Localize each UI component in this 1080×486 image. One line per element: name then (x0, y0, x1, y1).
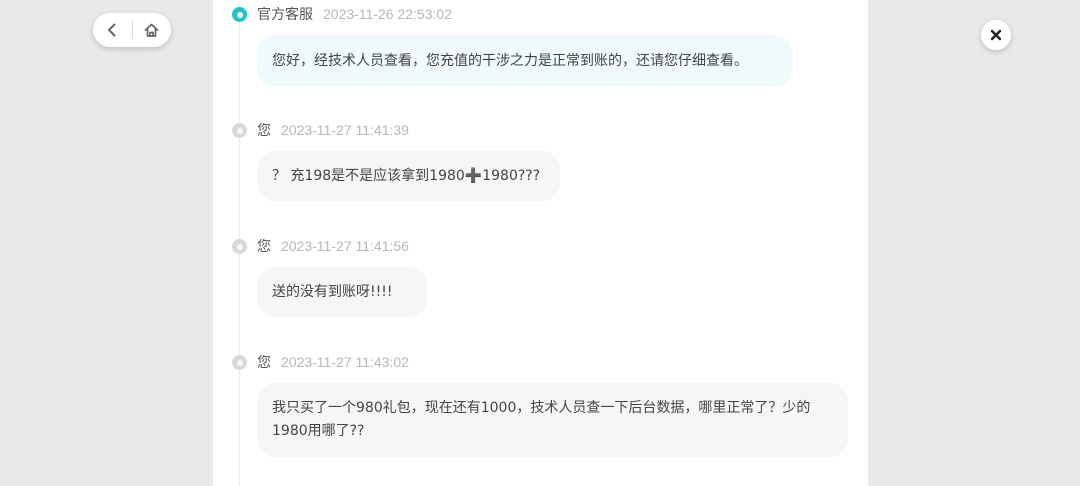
home-button[interactable] (132, 13, 171, 47)
sender-name: 官方客服 (257, 7, 313, 23)
message-time: 2023-11-27 11:41:39 (281, 122, 409, 138)
message-bubble: 我只买了一个980礼包，现在还有1000，技术人员查一下后台数据，哪里正常了？少… (257, 383, 848, 457)
close-button[interactable] (981, 20, 1011, 50)
home-icon (144, 23, 159, 37)
user-dot-icon (232, 123, 247, 138)
close-icon (990, 29, 1002, 41)
message-time: 2023-11-26 22:53:02 (323, 6, 452, 22)
message-bubble: ？ 充198是不是应该拿到1980➕1980??? (257, 151, 560, 201)
message-bubble: 送的没有到账呀!!!! (257, 267, 427, 317)
sender-name: 您 (257, 123, 271, 139)
official-dot-icon (232, 7, 247, 22)
sender-name: 您 (257, 239, 271, 255)
back-button[interactable] (93, 13, 132, 47)
chat-panel: 官方客服 2023-11-26 22:53:02 您好，经技术人员查看，您充值的… (213, 0, 868, 486)
user-dot-icon (232, 239, 247, 254)
sender-name: 您 (257, 355, 271, 371)
message-bubble: 您好，经技术人员查看，您充值的干涉之力是正常到账的，还请您仔细查看。 (257, 35, 792, 87)
message-time: 2023-11-27 11:43:02 (281, 354, 409, 370)
chevron-left-icon (108, 23, 116, 37)
nav-pill (93, 13, 171, 47)
user-dot-icon (232, 355, 247, 370)
message-time: 2023-11-27 11:41:56 (281, 238, 409, 254)
